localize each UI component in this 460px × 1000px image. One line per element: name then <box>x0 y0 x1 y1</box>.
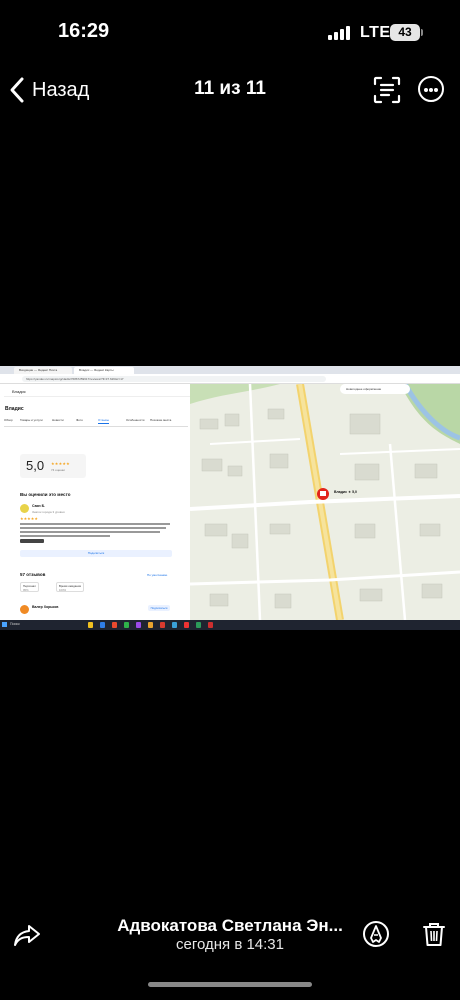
aspect-chip[interactable]: Время ожидания 100% <box>56 582 84 592</box>
rating-box: 5,0 ★★★★★ 74 оценки <box>20 454 86 478</box>
tab-overview[interactable]: Обзор <box>4 418 13 422</box>
rating-value: 5,0 <box>26 458 45 473</box>
folder-icon[interactable] <box>88 622 93 628</box>
browser-tabstrip: Входящие — Яндекс Почта Владис — Яндекс … <box>0 366 460 374</box>
tab-news[interactable]: Новости <box>52 418 64 422</box>
map-canvas <box>190 384 460 620</box>
place-title: Владис <box>5 406 24 412</box>
sort-dropdown[interactable]: По умолчанию <box>147 573 167 577</box>
yandex-icon[interactable] <box>112 622 117 628</box>
rating-stars-icon: ★★★★★ <box>51 461 70 466</box>
reviews-count: 57 отзывов <box>20 572 46 577</box>
app-icon[interactable] <box>208 622 213 628</box>
aspect-chip[interactable]: Персонал 95% <box>20 582 39 592</box>
map-place-label[interactable]: Владис ★ 5,0 <box>334 490 357 494</box>
map-search-input[interactable]: Владис <box>4 387 192 397</box>
review-text-line <box>20 535 110 537</box>
subscribe-button[interactable]: Подписаться <box>148 605 170 611</box>
tab-similar[interactable]: Похожие места <box>150 418 171 422</box>
home-indicator[interactable] <box>148 982 312 987</box>
app-icon[interactable] <box>124 622 129 628</box>
place-tabs: Обзор Товары и услуги Новости Фото Отзыв… <box>4 418 188 427</box>
app-icon[interactable] <box>196 622 201 628</box>
app-icon[interactable] <box>184 622 189 628</box>
photo-caption-name: Адвокатова Светлана Эн... <box>117 916 343 935</box>
photo-content: Входящие — Яндекс Почта Владис — Яндекс … <box>0 366 460 630</box>
url-field[interactable]: https://yandex.ru/maps/org/vladis/768672… <box>22 375 326 382</box>
place-panel: Владис Владис Обзор Товары и услуги Ново… <box>0 384 192 630</box>
app-icon[interactable] <box>160 622 165 628</box>
tab-features[interactable]: Особенности <box>126 418 144 422</box>
markup-icon[interactable] <box>362 920 390 948</box>
windows-taskbar: Поиск <box>0 620 460 630</box>
photo-caption-time: сегодня в 14:31 <box>176 936 284 953</box>
review-author: Саян Б. <box>32 504 46 508</box>
rating-count: 74 оценки <box>51 468 65 472</box>
share-review-button[interactable]: Поделиться <box>20 550 172 557</box>
more-icon[interactable] <box>418 76 444 102</box>
review-author-level: Знаток города 3 уровня <box>32 510 65 514</box>
live-text-icon[interactable] <box>372 75 402 105</box>
map-search-pill[interactable]: Новогоднее оформление <box>346 387 381 391</box>
tab-reviews[interactable]: Отзывы <box>98 418 109 424</box>
app-icon[interactable] <box>136 622 141 628</box>
trash-icon[interactable] <box>421 920 447 948</box>
review-stars-icon: ★★★★★ <box>20 516 38 521</box>
tab-photo[interactable]: Фото <box>76 418 83 422</box>
review-text-line <box>20 531 160 533</box>
chip-value: 95% <box>23 588 29 592</box>
answer-label <box>20 539 44 543</box>
app-icon[interactable] <box>148 622 153 628</box>
rated-title: Вы оценили это место <box>20 492 71 497</box>
avatar <box>20 605 29 614</box>
taskbar-search[interactable]: Поиск <box>10 622 20 626</box>
network-label: LTE <box>360 24 391 41</box>
review-text-line <box>20 523 170 525</box>
app-icon[interactable] <box>172 622 177 628</box>
browser-tab[interactable]: Входящие — Яндекс Почта <box>14 367 72 374</box>
browser-tab-active[interactable]: Владис — Яндекс Карты <box>74 367 134 374</box>
review-text-line <box>20 527 166 529</box>
browser-urlbar: https://yandex.ru/maps/org/vladis/768672… <box>0 374 460 384</box>
windows-start-icon[interactable] <box>2 622 7 627</box>
map-view[interactable]: Владис ★ 5,0 Новогоднее оформление <box>190 384 460 620</box>
status-time: 16:29 <box>58 20 110 42</box>
edge-icon[interactable] <box>100 622 105 628</box>
tab-goods[interactable]: Товары и услуги <box>20 418 43 422</box>
battery-tip <box>421 29 423 36</box>
signal-icon <box>328 26 350 40</box>
review-author: Валер Хорьков <box>32 605 59 609</box>
avatar <box>20 504 29 513</box>
battery-icon: 43 <box>390 24 420 41</box>
chip-value: 100% <box>59 588 67 592</box>
